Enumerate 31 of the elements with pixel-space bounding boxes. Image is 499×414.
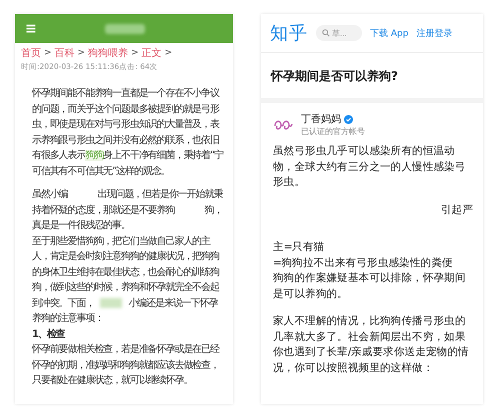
section-heading: 1、检查 (32, 328, 66, 342)
search-field[interactable]: 草... (316, 25, 362, 41)
paragraph-text: 至于那些爱惜狗狗，把它们当做自己家人的主人，肯定是会时刻注意狗狗的健康状况，把狗狗的身体卫生维持在最佳状态，也会耐心的训练狗狗，做到这些的时候，养狗和怀孕就完全不会起到冲突。下面， 小编还是来说一下怀孕养狗的注意事项： (32, 234, 220, 326)
answer-text: 引起严 (440, 202, 473, 218)
search-icon (322, 29, 330, 37)
breadcrumb-link[interactable]: 正文 (142, 46, 162, 60)
paragraph-text: 虽然小编 出现问题，但若是你一开始就秉持着怀疑的态度，那就还是不要养狗 狗，真是是一件很残忍的事。 (32, 188, 223, 233)
author-subtitle: 已认证的官方帐号 (301, 126, 365, 137)
answer-text: =狗狗拉不出来有弓形虫感染性的粪便 (273, 256, 454, 270)
answer-text: 主=只有猫 (273, 240, 326, 255)
breadcrumb-separator: > (131, 48, 139, 58)
header-link[interactable]: 下载 App (370, 26, 408, 40)
header-link[interactable]: 注册登录 (416, 26, 452, 40)
menu-icon[interactable]: ≡ (25, 20, 37, 36)
breadcrumb-link[interactable]: 百科 (54, 46, 75, 60)
paragraph-text: 怀孕前要做相关检查，若是准备怀孕或是在已经怀孕的初期，准妈妈和狗狗就都应该去做检查，只要都处在健康状态，就可以继续怀孕。 (32, 342, 220, 388)
author-name[interactable]: 丁香妈妈 (301, 112, 341, 126)
breadcrumb-separator: > (44, 48, 52, 58)
blurred-logo (104, 24, 145, 34)
answer-text: 狗狗的作案嫌疑基本可以排除，怀孕期间是可以养狗的。 (273, 271, 467, 302)
breadcrumb-link[interactable]: 狗狗喂养 (88, 46, 128, 60)
logo[interactable]: 知乎 (270, 21, 308, 45)
keyword-link[interactable]: 狗狗 (85, 150, 104, 161)
breadcrumb-link[interactable]: 首页 (21, 46, 41, 60)
avatar-icon (273, 118, 293, 132)
breadcrumb-separator: > (164, 48, 172, 58)
answer-text: 家人不理解的情况，比狗狗传播弓形虫的几率就大多了。社会新闻层出不穷，如果你也遇到了长辈/亲戚要求你送走宠物的情况，你可以按照视频里的这样做： (273, 314, 470, 376)
answer-text: 虽然弓形虫几乎可以感染所有的恒温动物，全球大约有三分之一的人慢性感染弓形虫。 (273, 144, 467, 190)
question-title: 怀孕期间是否可以养狗? (261, 53, 483, 103)
breadcrumb-separator: > (78, 48, 86, 58)
blurred-link[interactable] (100, 298, 122, 308)
